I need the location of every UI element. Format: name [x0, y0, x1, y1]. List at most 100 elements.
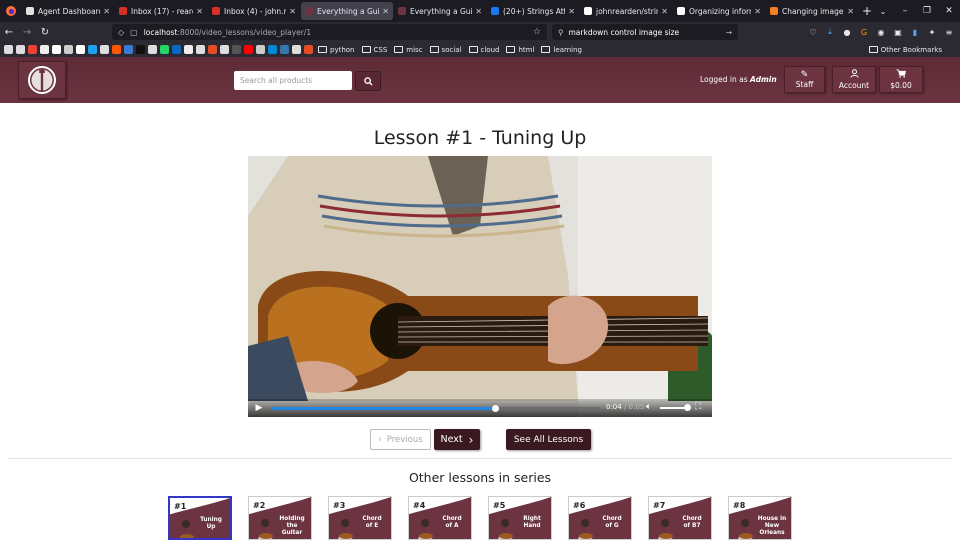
bookmark-globe-icon[interactable] [100, 45, 109, 54]
extension-orange-icon[interactable]: G [857, 25, 871, 39]
play-icon[interactable]: ▶ [248, 403, 270, 413]
downloads-icon[interactable]: ⤓ [823, 25, 837, 39]
volume-knob[interactable] [684, 404, 691, 411]
bookmark-youtube-icon[interactable] [244, 45, 253, 54]
fullscreen-icon[interactable]: ⛶ [695, 402, 701, 412]
bookmark-icon[interactable] [292, 45, 301, 54]
previous-button[interactable]: ‹ Previous [370, 429, 431, 450]
lesson-thumbnail[interactable]: #5 Right Hand [488, 496, 552, 540]
tab-list-chevron-icon[interactable]: ⌄ [875, 7, 891, 16]
video-player[interactable]: ▶ 0:04 / 0:05 🔈︎ ⛶ [248, 156, 712, 417]
browser-tab[interactable]: (20+) Strings Attac✕ [487, 2, 579, 20]
video-progress-bar[interactable] [272, 405, 600, 412]
close-tab-icon[interactable]: ✕ [103, 7, 110, 16]
bookmark-icon[interactable] [232, 45, 241, 54]
app-menu-icon[interactable]: ≡ [942, 25, 956, 39]
browser-tab[interactable]: Everything a Guitarist✕ [301, 2, 393, 20]
bookmark-icon[interactable] [304, 45, 313, 54]
browser-tab[interactable]: Agent Dashboard - My✕ [22, 2, 114, 20]
browser-tab[interactable]: Changing image siz✕ [766, 2, 858, 20]
new-tab-icon[interactable]: + [859, 4, 875, 18]
lesson-thumbnail[interactable]: #8 House in New Orleans [728, 496, 792, 540]
search-go-icon[interactable]: → [726, 28, 732, 37]
firefox-menu-icon[interactable] [0, 0, 22, 22]
bookmark-icon[interactable] [256, 45, 265, 54]
bookmark-icon[interactable] [76, 45, 85, 54]
close-tab-icon[interactable]: ✕ [661, 7, 668, 16]
lesson-thumbnail[interactable]: #2 Holding the Guitar [248, 496, 312, 540]
browser-tab[interactable]: johnrearden/string✕ [580, 2, 672, 20]
browser-tab[interactable]: Inbox (4) - john.rea✕ [208, 2, 300, 20]
shield-extension-icon[interactable]: ▣ [891, 25, 905, 39]
bookmark-google-icon[interactable] [28, 45, 37, 54]
bookmark-folder[interactable]: cloud [468, 46, 499, 54]
address-bar[interactable]: ◇ ▢ localhost:8000/video_lessons/video_p… [112, 24, 547, 40]
close-tab-icon[interactable]: ✕ [754, 7, 761, 16]
bookmark-folder[interactable]: python [318, 46, 355, 54]
site-logo[interactable] [18, 61, 66, 99]
bookmark-icon[interactable] [124, 45, 133, 54]
lesson-thumbnail[interactable]: #3 Chord of E [328, 496, 392, 540]
close-tab-icon[interactable]: ✕ [382, 7, 389, 16]
back-icon[interactable]: ← [0, 27, 18, 38]
staff-button[interactable]: ✎ Staff [784, 66, 825, 93]
bookmark-globe-icon[interactable] [196, 45, 205, 54]
reload-icon[interactable]: ↻ [36, 27, 54, 38]
minimize-icon[interactable]: – [894, 6, 916, 16]
bookmark-whatsapp-icon[interactable] [160, 45, 169, 54]
page-info-icon[interactable]: ▢ [130, 28, 138, 37]
bitwarden-icon[interactable]: ▮ [908, 25, 922, 39]
bookmark-icon[interactable] [64, 45, 73, 54]
video-progress-knob[interactable] [492, 405, 500, 412]
maximize-icon[interactable]: ❐ [916, 6, 938, 16]
bookmark-icon[interactable] [208, 45, 217, 54]
browser-tab[interactable]: Everything a Guitarist✕ [394, 2, 486, 20]
close-tab-icon[interactable]: ✕ [196, 7, 203, 16]
extension-icon[interactable]: ● [840, 25, 854, 39]
bookmark-icon[interactable] [88, 45, 97, 54]
extension-gray-icon[interactable]: ◉ [874, 25, 888, 39]
lesson-thumbnail[interactable]: #1 Tuning Up [168, 496, 232, 540]
bookmark-cloud-icon[interactable] [268, 45, 277, 54]
browser-search-bar[interactable]: ⚲ markdown control image size → [552, 24, 738, 40]
volume-icon[interactable]: 🔈︎ [646, 402, 651, 412]
bookmark-globe-icon[interactable] [16, 45, 25, 54]
bookmark-icon[interactable] [136, 45, 145, 54]
bookmark-folder[interactable]: misc [394, 46, 423, 54]
close-tab-icon[interactable]: ✕ [289, 7, 296, 16]
bookmark-icon[interactable] [40, 45, 49, 54]
bookmark-star-icon[interactable]: ☆ [533, 27, 541, 37]
browser-tab[interactable]: Organizing inform ✕ [673, 2, 765, 20]
other-bookmarks[interactable]: Other Bookmarks [868, 42, 942, 57]
close-tab-icon[interactable]: ✕ [847, 7, 854, 16]
extensions-puzzle-icon[interactable]: ✦ [925, 25, 939, 39]
account-button[interactable]: Account [832, 66, 876, 93]
bookmark-linkedin-icon[interactable] [172, 45, 181, 54]
bookmark-python-icon[interactable] [280, 45, 289, 54]
bookmark-folder[interactable]: html [506, 46, 534, 54]
bookmark-github-icon[interactable] [52, 45, 61, 54]
tracking-shield-icon[interactable]: ◇ [118, 28, 124, 37]
bookmark-icon[interactable] [148, 45, 157, 54]
bookmark-folder[interactable]: learning [541, 46, 582, 54]
bookmark-icon[interactable] [184, 45, 193, 54]
product-search-input[interactable] [234, 71, 352, 90]
cart-button[interactable]: $0.00 [879, 66, 923, 93]
browser-tab[interactable]: Inbox (17) - rearden✕ [115, 2, 207, 20]
next-button[interactable]: Next › [434, 429, 480, 450]
close-window-icon[interactable]: ✕ [938, 6, 960, 16]
lesson-thumbnail[interactable]: #7 Chord of B7 [648, 496, 712, 540]
bookmark-icon[interactable] [220, 45, 229, 54]
forward-icon[interactable]: → [18, 27, 36, 38]
lesson-thumbnail[interactable]: #6 Chord of G [568, 496, 632, 540]
close-tab-icon[interactable]: ✕ [475, 7, 482, 16]
product-search-button[interactable] [355, 71, 381, 91]
bookmark-icon[interactable] [112, 45, 121, 54]
bookmark-folder[interactable]: CSS [361, 46, 387, 54]
close-tab-icon[interactable]: ✕ [568, 7, 575, 16]
bookmark-globe-icon[interactable] [4, 45, 13, 54]
pocket-icon[interactable]: ♡ [806, 25, 820, 39]
lesson-thumbnail[interactable]: #4 Chord of A [408, 496, 472, 540]
bookmark-folder[interactable]: social [429, 46, 462, 54]
see-all-lessons-button[interactable]: See All Lessons [506, 429, 591, 450]
